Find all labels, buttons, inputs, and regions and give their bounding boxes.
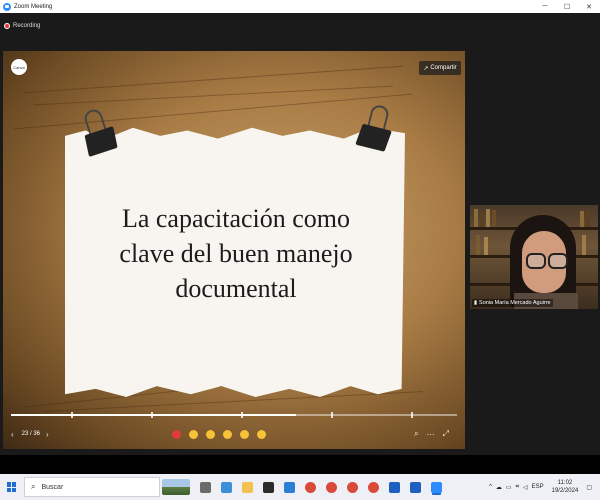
book (476, 235, 480, 255)
window-title: Zoom Meeting (14, 3, 53, 10)
progress-marker (71, 412, 73, 418)
close-button[interactable]: ✕ (578, 3, 600, 11)
glasses-right-lens (548, 253, 568, 269)
previous-slide-icon[interactable]: ‹ (11, 430, 14, 439)
share-label: Compartir (430, 65, 457, 71)
share-icon: ↗ (423, 65, 429, 72)
slide-title: La capacitación como clave del buen mane… (85, 201, 387, 306)
more-options-icon[interactable]: ⋯ (427, 430, 435, 439)
background-script-line (43, 391, 423, 412)
file-explorer-icon[interactable] (242, 481, 253, 493)
book (586, 209, 590, 227)
background-script-line (23, 65, 403, 94)
search-highlight-image[interactable] (162, 479, 190, 495)
minimize-button[interactable]: ─ (534, 3, 556, 10)
book (474, 209, 478, 227)
chrome-icon[interactable] (326, 481, 337, 493)
windows-start-icon[interactable] (7, 482, 17, 492)
laugh-reaction-icon[interactable] (222, 429, 232, 439)
heart-reaction-icon[interactable] (171, 429, 181, 439)
book (484, 237, 488, 255)
slide-progress-fill (11, 414, 297, 416)
meeting-area: Recording Canva ↗ Compartir La capacitac… (0, 13, 600, 455)
book (486, 209, 490, 227)
slide-controls: ‹ 23 / 36 › ⌕ ⋯ ⤢ (3, 419, 465, 449)
recording-indicator[interactable]: Recording (4, 23, 40, 29)
shared-screen: Canva ↗ Compartir La capacitación como c… (3, 51, 465, 449)
system-tray: ^ ☁ ▭ ⌗ ◁ ESP 11:02 19/2/2024 ▢ (487, 474, 600, 500)
word-icon[interactable] (410, 481, 421, 493)
chrome-icon[interactable] (368, 481, 379, 493)
volume-icon[interactable]: ◁ (523, 484, 528, 491)
presentation-logo: Canva (11, 59, 27, 75)
share-button[interactable]: ↗ Compartir (419, 61, 461, 75)
search-placeholder: Buscar (41, 483, 64, 491)
book (580, 211, 584, 227)
thumbs-up-reaction-icon[interactable] (188, 429, 198, 439)
show-hidden-icons-icon[interactable]: ^ (489, 484, 492, 490)
background-script-line (13, 93, 413, 130)
cloud-icon[interactable]: ☁ (496, 484, 502, 491)
thinking-reaction-icon[interactable] (256, 429, 266, 439)
zoom-taskbar-icon[interactable] (431, 481, 442, 493)
book (492, 210, 496, 227)
clock[interactable]: 11:02 19/2/2024 (552, 479, 579, 495)
display-icon[interactable]: ▭ (506, 484, 512, 491)
slide-title-line: clave del buen manejo (119, 239, 353, 268)
network-icon[interactable]: ⌗ (516, 484, 519, 491)
slide-title-line: La capacitación como (121, 204, 351, 233)
store-icon[interactable] (263, 481, 274, 493)
slide-progress-bar[interactable] (11, 412, 457, 418)
participant-name: Sonia María Mercado Aguirre (479, 300, 551, 306)
progress-marker (241, 412, 243, 418)
fullscreen-icon[interactable]: ⤢ (443, 429, 449, 439)
clock-time: 11:02 (557, 480, 573, 486)
participant-video[interactable]: ▮ Sonia María Mercado Aguirre (470, 205, 598, 309)
progress-marker (411, 412, 413, 418)
search-icon: ⌕ (31, 482, 36, 491)
notifications-icon[interactable]: ▢ (586, 484, 592, 491)
next-slide-icon[interactable]: › (46, 430, 49, 439)
participant-name-tag: ▮ Sonia María Mercado Aguirre (472, 299, 553, 307)
progress-marker (151, 412, 153, 418)
page-indicator: 23 / 36 (21, 431, 41, 437)
chrome-icon[interactable] (347, 481, 358, 493)
glasses-left-lens (526, 253, 546, 269)
clock-date: 19/2/2024 (551, 488, 579, 494)
edge-icon[interactable] (221, 481, 232, 493)
task-view-icon[interactable] (200, 481, 211, 493)
window-titlebar: Zoom Meeting ─ ☐ ✕ (0, 0, 600, 13)
book (480, 211, 484, 227)
chrome-icon[interactable] (305, 481, 316, 493)
progress-marker (331, 412, 333, 418)
word-icon[interactable] (389, 481, 400, 493)
surprised-reaction-icon[interactable] (239, 429, 249, 439)
language-indicator[interactable]: ESP (532, 484, 544, 490)
mail-icon[interactable] (284, 481, 295, 493)
muted-mic-icon: ▮ (474, 300, 478, 306)
taskbar-search-input[interactable]: ⌕ Buscar (24, 477, 160, 497)
zoom-in-icon[interactable]: ⌕ (414, 429, 418, 439)
windows-taskbar: ⌕ Buscar ^ ☁ ▭ ⌗ ◁ ESP 11:02 19/2/2024 ▢ (0, 474, 600, 500)
recording-label: Recording (13, 23, 41, 29)
zoom-logo-icon (3, 2, 11, 11)
slide-title-line: documental (175, 274, 297, 303)
recording-icon (4, 23, 10, 29)
maximize-button[interactable]: ☐ (556, 3, 578, 11)
book (582, 235, 586, 255)
clap-reaction-icon[interactable] (205, 429, 215, 439)
